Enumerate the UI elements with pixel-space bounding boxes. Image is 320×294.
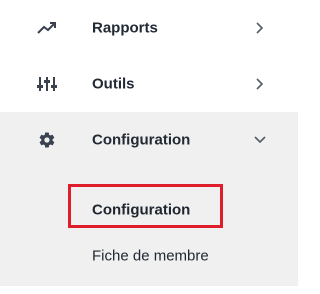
chevron-right-icon xyxy=(254,78,266,90)
menu-item-rapports[interactable]: Rapports xyxy=(0,0,298,56)
chevron-down-icon xyxy=(254,134,266,146)
menu-item-configuration[interactable]: Configuration xyxy=(0,112,298,168)
trending-up-icon xyxy=(37,18,57,38)
menu-item-label: Configuration xyxy=(92,131,191,149)
gear-icon xyxy=(37,130,57,150)
menu-item-label: Rapports xyxy=(92,19,158,37)
menu-item-outils[interactable]: Outils xyxy=(0,56,298,112)
submenu-item-label: Fiche de membre xyxy=(92,247,209,265)
chevron-right-icon xyxy=(254,22,266,34)
submenu-item-fiche-de-membre[interactable]: Fiche de membre xyxy=(0,232,298,280)
menu-item-label: Outils xyxy=(92,75,135,93)
sliders-icon xyxy=(37,74,57,94)
navigation-menu: Rapports Outils Configuration Configurat… xyxy=(0,0,298,294)
highlight-box xyxy=(68,184,223,228)
